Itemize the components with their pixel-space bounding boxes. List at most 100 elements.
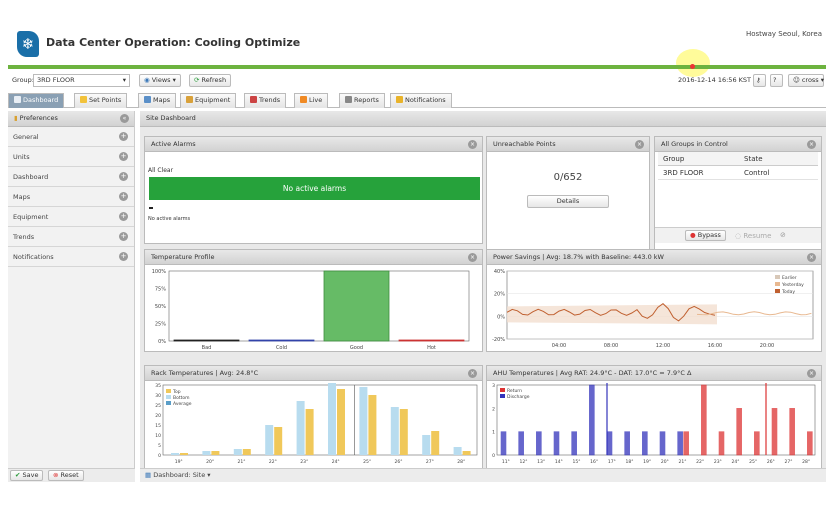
tab-trends[interactable]: Trends: [244, 93, 287, 108]
table-row[interactable]: 3RD FLOOR Control: [658, 166, 818, 180]
resume-button[interactable]: ◌ Resume: [735, 232, 771, 240]
bar: [359, 387, 368, 455]
panel-header: Power Savings | Avg: 18.7% with Baseline…: [487, 250, 821, 265]
y-tick-label: -20%: [492, 337, 505, 343]
y-tick-label: 100%: [152, 269, 167, 275]
toolbar: Group: 3RD FLOOR ▾ ◉ Views ▾ ⟳ Refresh 20…: [8, 73, 826, 90]
bar: [677, 431, 683, 456]
ahu-temperatures-panel: AHU Temperatures | Avg RAT: 24.9°C - DAT…: [486, 365, 822, 469]
bar: [248, 339, 315, 342]
dashboard-selector[interactable]: ▦ Dashboard: Site ▾: [145, 471, 211, 479]
equipment-icon: [186, 96, 193, 103]
snowflake-icon: ❄: [17, 31, 39, 57]
tab-maps[interactable]: Maps: [138, 93, 177, 108]
close-icon[interactable]: ×: [635, 140, 644, 149]
unreachable-points-panel: Unreachable Points × 0/652 Details: [486, 136, 650, 254]
report-icon: [345, 96, 352, 103]
sidebar-item-maps[interactable]: Maps +: [8, 187, 134, 207]
y-tick-label: 15: [155, 423, 161, 429]
refresh-button[interactable]: ⟳ Refresh: [189, 74, 232, 87]
bar: [571, 431, 577, 456]
collapse-icon[interactable]: «: [120, 114, 129, 123]
sidebar-item-units[interactable]: Units +: [8, 147, 134, 167]
x-tick-label: 27°: [785, 459, 793, 465]
panel-title: Unreachable Points: [493, 140, 556, 148]
x-tick-label: 21°: [238, 459, 246, 465]
bar: [422, 435, 431, 455]
help-icon: ?: [773, 76, 777, 84]
bar: [589, 384, 595, 456]
views-icon: ◉: [144, 76, 152, 84]
alarm-note: No active alarms: [148, 216, 191, 222]
y-tick-label: 75%: [155, 287, 166, 293]
y-tick-label: 0%: [158, 339, 166, 345]
key-button[interactable]: ⚷: [753, 74, 766, 87]
close-icon[interactable]: ×: [468, 253, 477, 262]
panel-header: Rack Temperatures | Avg: 24.8°C ×: [145, 366, 482, 381]
tab-equipment[interactable]: Equipment: [180, 93, 237, 108]
legend-label: Top: [172, 389, 181, 395]
close-icon[interactable]: ×: [807, 253, 816, 262]
tab-notifications[interactable]: Notifications: [390, 93, 452, 108]
close-icon[interactable]: ×: [468, 140, 477, 149]
power-savings-chart: 40% 20% 0% -20% 04:00 08:00 12:00 16:00 20:00 Ear…: [492, 269, 814, 349]
tab-live[interactable]: Live: [294, 93, 329, 108]
panel-title: Temperature Profile: [151, 253, 215, 261]
sidebar-footer: ✔ Save ⊗ Reset: [8, 468, 135, 482]
bar: [453, 447, 462, 455]
close-icon[interactable]: ×: [468, 369, 477, 378]
bar: [323, 270, 390, 342]
x-tick-label: 19°: [643, 459, 651, 465]
bar: [807, 431, 813, 456]
legend-label: Return: [507, 388, 522, 394]
x-tick-label: 16:00: [708, 343, 722, 349]
bar: [754, 431, 760, 456]
tab-dashboard[interactable]: Dashboard: [8, 93, 65, 108]
tab-reports[interactable]: Reports: [339, 93, 385, 108]
sidebar-item-equipment[interactable]: Equipment +: [8, 207, 134, 227]
legend-swatch: [775, 282, 780, 286]
y-tick-label: 30: [155, 393, 161, 399]
legend-swatch: [500, 394, 505, 398]
legend-label: Bottom: [173, 395, 190, 401]
close-icon[interactable]: ×: [807, 369, 816, 378]
x-tick-label: 14°: [555, 459, 563, 465]
views-label: Views: [151, 76, 171, 84]
sidebar-item-notifications[interactable]: Notifications +: [8, 247, 134, 267]
x-tick-label: 27°: [426, 459, 434, 465]
bypass-button[interactable]: ● Bypass: [685, 230, 726, 241]
groups-table-header: Group State: [658, 152, 818, 166]
tab-set-points[interactable]: Set Points: [74, 93, 128, 108]
sidebar-item-general[interactable]: General +: [8, 127, 134, 147]
expand-icon: +: [119, 152, 128, 161]
bar: [274, 427, 283, 455]
reset-label: Reset: [60, 471, 79, 479]
x-tick-label: 24°: [732, 459, 740, 465]
bar: [233, 449, 242, 455]
user-menu-button[interactable]: ☺ cross ▾: [788, 74, 824, 87]
key-icon: ⚷: [756, 76, 761, 84]
bar: [789, 408, 795, 456]
help-button[interactable]: ?: [770, 74, 783, 87]
views-button[interactable]: ◉ Views ▾: [139, 74, 181, 87]
temperature-profile-chart: 100% 75% 50% 25% 0% Bad Cold Good Hot: [152, 269, 470, 351]
group-select[interactable]: 3RD FLOOR ▾: [33, 74, 130, 87]
reset-icon: ⊗: [53, 471, 61, 479]
save-button[interactable]: ✔ Save: [10, 470, 44, 481]
tab-label: Trends: [259, 96, 281, 104]
plot-area: [168, 270, 470, 342]
ahu-temperatures-chart: 3 2 1 0 11° 12° 13° 14° 15° 16° 17° 18° 19° 20° 21° 22°…: [492, 383, 816, 465]
x-tick-label: 25°: [749, 459, 757, 465]
sidebar-item-trends[interactable]: Trends +: [8, 227, 134, 247]
legend-swatch: [166, 389, 171, 393]
datetime-display: 2016-12-14 16:56 KST: [678, 76, 751, 84]
y-tick-label: 0: [492, 453, 495, 459]
close-icon[interactable]: ×: [807, 140, 816, 149]
sidebar-item-dashboard[interactable]: Dashboard +: [8, 167, 134, 187]
y-tick-label: 0%: [497, 314, 505, 320]
details-button[interactable]: Details: [527, 195, 609, 208]
x-tick-label: 23°: [300, 459, 308, 465]
reset-button[interactable]: ⊗ Reset: [48, 470, 84, 481]
legend-swatch: [166, 395, 171, 399]
preferences-header: ▮ Preferences «: [8, 111, 134, 127]
